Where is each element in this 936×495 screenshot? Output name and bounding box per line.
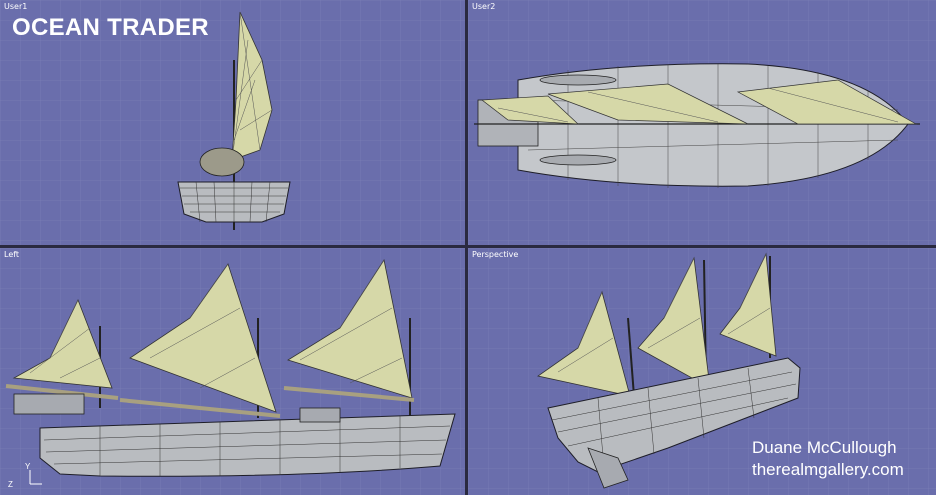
author-credit: Duane McCullough [752,438,897,457]
viewport-label: User1 [4,2,28,11]
viewport-left[interactable]: Left Y Z [0,248,465,495]
page-title: OCEAN TRADER [12,14,209,41]
ship-top-view [474,63,920,188]
viewport-label: Perspective [472,250,519,259]
viewport-label: User2 [472,2,496,11]
website-credit: therealmgallery.com [752,460,904,479]
axis-gizmo-icon [29,470,42,485]
viewport-user2[interactable]: User2 [468,0,936,245]
